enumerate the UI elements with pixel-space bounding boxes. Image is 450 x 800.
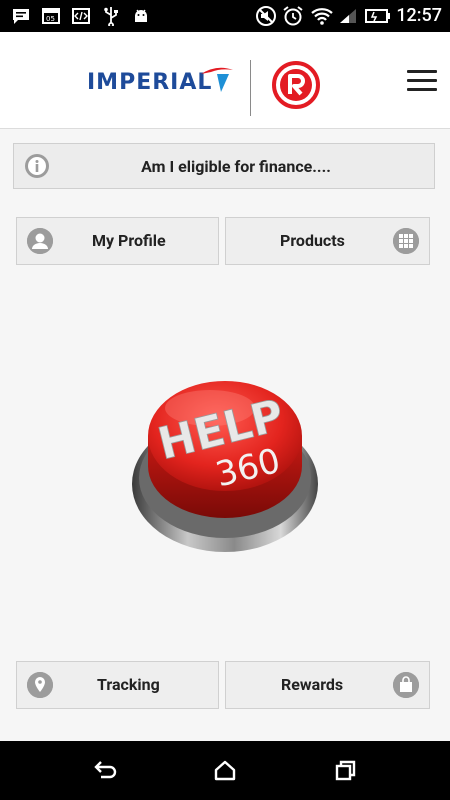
- android-icon: [130, 0, 152, 32]
- tracking-button[interactable]: Tracking: [16, 661, 219, 709]
- mute-icon: [255, 0, 277, 32]
- back-icon[interactable]: [92, 757, 120, 785]
- rewards-label: Rewards: [281, 675, 344, 694]
- battery-icon: [364, 0, 392, 32]
- imperial-logo-text: IMPERIAL: [87, 70, 213, 95]
- recent-apps-icon[interactable]: [332, 757, 360, 785]
- status-bar: 05 12:57: [0, 0, 450, 32]
- wifi-icon: [310, 0, 334, 32]
- person-icon: [27, 228, 53, 254]
- brand-r-logo: [271, 60, 321, 110]
- my-profile-label: My Profile: [92, 231, 166, 250]
- imperial-logo: IMPERIAL: [87, 67, 233, 95]
- my-profile-button[interactable]: My Profile: [16, 217, 219, 265]
- shopping-bag-icon: [393, 672, 419, 698]
- signal-icon: [337, 0, 359, 32]
- system-nav-bar: [0, 741, 450, 800]
- svg-text:05: 05: [46, 15, 55, 23]
- message-icon: [10, 0, 32, 32]
- grid-icon: [393, 228, 419, 254]
- location-pin-icon: [27, 672, 53, 698]
- help-360-button[interactable]: HELP 360: [130, 366, 320, 556]
- imperial-swoosh-icon: [201, 67, 233, 92]
- hamburger-menu-icon[interactable]: [404, 68, 438, 94]
- tracking-label: Tracking: [97, 675, 160, 694]
- app-header: IMPERIAL: [0, 32, 450, 129]
- products-button[interactable]: Products: [225, 217, 430, 265]
- calendar-icon: 05: [40, 0, 62, 32]
- code-icon: [70, 0, 92, 32]
- status-time: 12:57: [396, 5, 442, 26]
- alarm-icon: [282, 0, 304, 32]
- header-divider: [250, 60, 251, 116]
- finance-eligibility-banner[interactable]: Am I eligible for finance....: [13, 143, 435, 189]
- rewards-button[interactable]: Rewards: [225, 661, 430, 709]
- banner-label: Am I eligible for finance....: [141, 157, 331, 176]
- products-label: Products: [280, 231, 345, 250]
- usb-icon: [100, 0, 122, 32]
- home-icon[interactable]: [211, 757, 239, 785]
